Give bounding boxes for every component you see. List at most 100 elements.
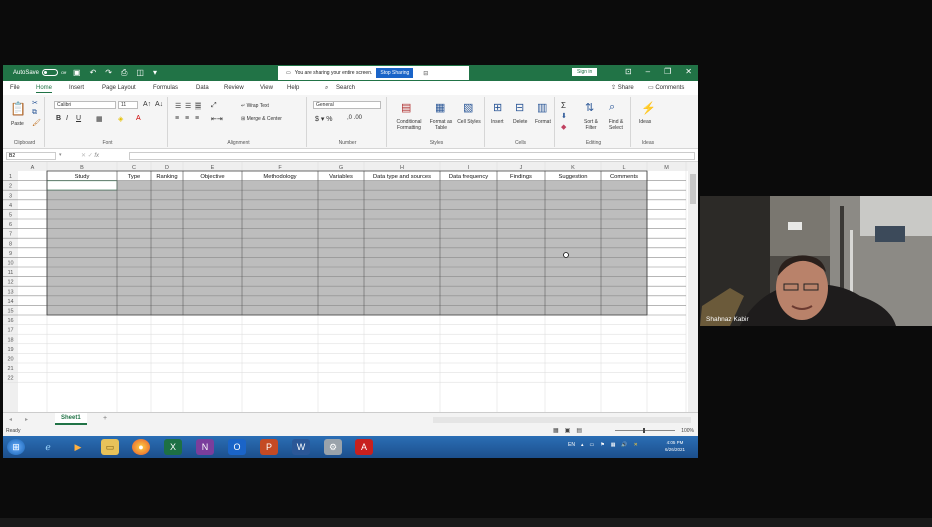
search-icon[interactable]: ⌕ bbox=[325, 85, 328, 92]
column-header-k[interactable]: K bbox=[571, 165, 575, 171]
fill-icon[interactable]: ⬇ bbox=[561, 112, 567, 120]
font-size-select[interactable]: 11 bbox=[118, 101, 138, 109]
table-header-cell[interactable]: Study bbox=[75, 174, 90, 180]
row-header-16[interactable]: 16 bbox=[7, 318, 13, 324]
firefox-icon[interactable]: ● bbox=[132, 439, 150, 455]
name-box[interactable]: B2 bbox=[6, 152, 56, 160]
sheet-tab-sheet1[interactable]: Sheet1 bbox=[55, 413, 87, 425]
taskbar-clock[interactable]: 4:05 PM 6/26/2021 bbox=[665, 439, 685, 453]
redo-icon[interactable]: ↷ bbox=[105, 68, 112, 78]
ideas-button-label[interactable]: Ideas bbox=[639, 119, 651, 125]
flag-icon[interactable]: ⚑ bbox=[600, 442, 604, 448]
table-header-cell[interactable]: Type bbox=[128, 174, 141, 180]
table-header-cell[interactable]: Ranking bbox=[156, 174, 177, 180]
acrobat-icon[interactable]: A bbox=[355, 439, 373, 455]
tab-formulas[interactable]: Formulas bbox=[153, 85, 178, 91]
row-header-2[interactable]: 2 bbox=[9, 184, 12, 190]
media-player-icon[interactable]: ▶ bbox=[69, 439, 87, 455]
format-painter-icon[interactable]: 🖌 bbox=[32, 119, 41, 127]
currency-icon[interactable]: $ ▾ % bbox=[315, 115, 333, 123]
selected-cell-b2[interactable] bbox=[46, 180, 118, 191]
underline-icon[interactable]: U bbox=[76, 115, 81, 122]
row-header-21[interactable]: 21 bbox=[7, 366, 13, 372]
indent-icon[interactable]: ⇤⇥ bbox=[211, 115, 223, 123]
row-header-8[interactable]: 8 bbox=[9, 241, 12, 247]
sort-filter-label[interactable]: Sort & Filter bbox=[579, 119, 603, 131]
align-middle-icon[interactable]: ☰ bbox=[185, 102, 191, 110]
table-header-cell[interactable]: Data frequency bbox=[449, 174, 488, 180]
cell-styles-label[interactable]: Cell Styles bbox=[457, 119, 481, 125]
comments-button[interactable]: ▭ Comments bbox=[648, 84, 684, 91]
participant-video[interactable]: Shahnaz Kabir bbox=[700, 196, 932, 326]
tray-arrow-icon[interactable]: ▴ bbox=[581, 442, 584, 448]
format-as-table-icon[interactable]: ▦ bbox=[435, 101, 445, 114]
row-header-18[interactable]: 18 bbox=[7, 337, 13, 343]
row-header-20[interactable]: 20 bbox=[7, 357, 13, 363]
bold-icon[interactable]: B bbox=[56, 115, 61, 122]
column-header-c[interactable]: C bbox=[132, 165, 136, 171]
row-header-5[interactable]: 5 bbox=[9, 213, 12, 219]
customize-toolbar-icon[interactable]: ▾ bbox=[153, 68, 157, 78]
borders-icon[interactable]: ▦ bbox=[96, 115, 103, 123]
format-label[interactable]: Format bbox=[535, 119, 551, 125]
number-format-select[interactable]: General bbox=[313, 101, 381, 109]
excel-taskbar-icon[interactable]: X bbox=[164, 439, 182, 455]
cell-styles-icon[interactable]: ▧ bbox=[463, 101, 473, 114]
tab-review[interactable]: Review bbox=[224, 85, 244, 91]
ribbon-display-icon[interactable]: ⊡ bbox=[625, 67, 632, 76]
search-box[interactable]: Search bbox=[336, 85, 355, 91]
column-header-a[interactable]: A bbox=[31, 165, 35, 171]
zoom-slider[interactable] bbox=[615, 428, 675, 433]
settings-app-icon[interactable]: ⚙ bbox=[324, 439, 342, 455]
decrease-font-icon[interactable]: A↓ bbox=[155, 101, 163, 108]
row-header-12[interactable]: 12 bbox=[7, 280, 13, 286]
sheet-nav-prev-icon[interactable]: ◂ bbox=[9, 416, 12, 423]
insert-label[interactable]: Insert bbox=[491, 119, 504, 125]
table-header-cell[interactable]: Data type and sources bbox=[373, 174, 431, 180]
decimal-icon[interactable]: ,0 .00 bbox=[347, 115, 362, 121]
row-header-1[interactable]: 1 bbox=[9, 174, 12, 180]
volume-icon[interactable]: 🔊 bbox=[621, 442, 627, 448]
column-header-l[interactable]: L bbox=[622, 165, 625, 171]
start-button-icon[interactable]: ⊞ bbox=[7, 439, 25, 455]
preview-icon[interactable]: ◫ bbox=[136, 68, 144, 78]
ideas-icon[interactable]: ⚡ bbox=[641, 101, 656, 115]
autosave-control[interactable]: AutoSave Off bbox=[13, 69, 66, 76]
powerpoint-icon[interactable]: P bbox=[260, 439, 278, 455]
row-header-13[interactable]: 13 bbox=[7, 289, 13, 295]
fx-icon[interactable]: ✕ ✓ fx bbox=[81, 152, 99, 159]
tab-page-layout[interactable]: Page Layout bbox=[102, 85, 136, 91]
horizontal-scrollbar[interactable] bbox=[433, 417, 691, 423]
conditional-formatting-icon[interactable]: ▤ bbox=[401, 101, 411, 114]
action-center-icon[interactable]: ▭ bbox=[589, 442, 594, 448]
worksheet-grid[interactable]: A B C D E F G H I J K L M 1 2 3 4 5 6 7 8 9 10 11 12 13 14 15 16 17 18… bbox=[3, 162, 698, 412]
column-header-g[interactable]: G bbox=[339, 165, 343, 171]
copy-icon[interactable]: ⧉ bbox=[32, 109, 37, 117]
undo-icon[interactable]: ↶ bbox=[90, 68, 97, 78]
column-header-e[interactable]: E bbox=[211, 165, 215, 171]
align-left-icon[interactable]: ≡ bbox=[175, 115, 179, 122]
column-header-j[interactable]: J bbox=[520, 165, 523, 171]
tab-data[interactable]: Data bbox=[196, 85, 209, 91]
insert-cells-icon[interactable]: ⊞ bbox=[493, 101, 502, 114]
table-header-cell[interactable]: Suggestion bbox=[558, 174, 587, 180]
find-select-icon[interactable]: ⌕ bbox=[609, 101, 615, 114]
align-bottom-icon[interactable]: ☰ bbox=[195, 102, 202, 110]
tab-insert[interactable]: Insert bbox=[69, 85, 84, 91]
table-header-cell[interactable]: Findings bbox=[510, 174, 532, 180]
sign-in-button[interactable]: Sign in bbox=[572, 68, 598, 76]
wrap-text-button[interactable]: ↵ Wrap Text bbox=[241, 103, 269, 109]
table-header-cell[interactable]: Comments bbox=[610, 174, 638, 180]
column-header-h[interactable]: H bbox=[400, 165, 404, 171]
row-header-3[interactable]: 3 bbox=[9, 193, 12, 199]
onenote-icon[interactable]: N bbox=[196, 439, 214, 455]
autosum-icon[interactable]: Σ bbox=[561, 101, 566, 110]
page-layout-view-icon[interactable]: ▣ bbox=[565, 427, 571, 434]
table-header-cell[interactable]: Variables bbox=[329, 174, 353, 180]
conditional-formatting-label[interactable]: Conditional Formatting bbox=[391, 119, 427, 131]
column-header-b[interactable]: B bbox=[80, 165, 84, 171]
tab-view[interactable]: View bbox=[260, 85, 273, 91]
align-center-icon[interactable]: ≡ bbox=[185, 115, 189, 122]
language-indicator[interactable]: EN bbox=[568, 442, 575, 448]
row-header-22[interactable]: 22 bbox=[7, 376, 13, 382]
